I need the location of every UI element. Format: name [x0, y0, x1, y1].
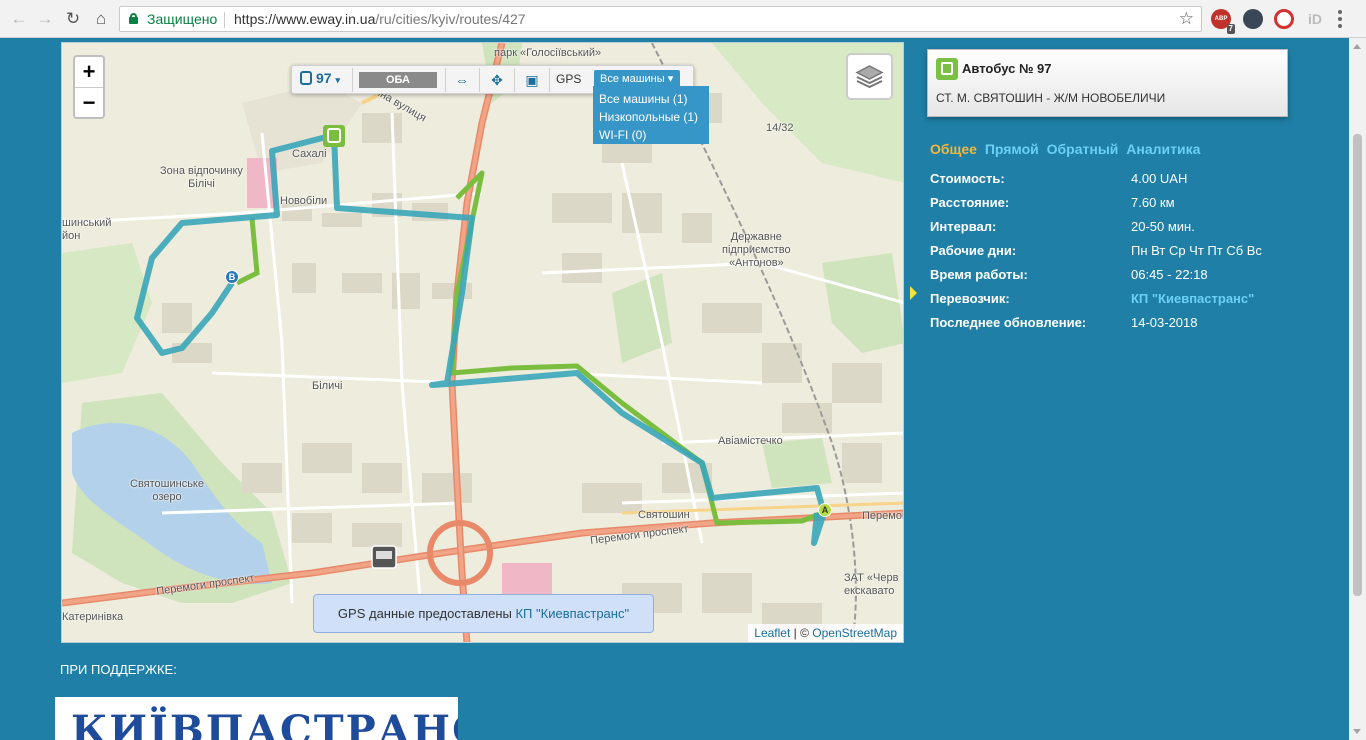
browser-menu-icon[interactable]	[1338, 10, 1342, 31]
gps-provider-link[interactable]: КП "Киевпастранс"	[515, 606, 629, 621]
page-scrollbar[interactable]	[1349, 38, 1366, 740]
map-label-novobili: Новобіли	[280, 195, 328, 207]
adblock-extension-icon[interactable]: ABP 7	[1211, 9, 1235, 34]
map-label-aviamistechko: Авіамістечко	[718, 435, 783, 447]
map-label-zat: ЗАТ «Черв екскавато	[844, 572, 899, 597]
support-label: ПРИ ПОДДЕРЖКЕ:	[60, 662, 177, 677]
back-icon[interactable]: ←	[8, 8, 30, 30]
gps-toggle[interactable]: GPS	[556, 72, 581, 86]
sponsor-logo[interactable]: КИЇВПАСТРАНС	[55, 697, 458, 740]
url-text[interactable]: https://www.eway.in.ua/ru/cities/kyiv/ro…	[234, 11, 526, 27]
dropdown-item[interactable]: Все машины (1)	[599, 90, 703, 108]
zoom-in-button[interactable]: +	[75, 57, 103, 87]
toolbar-divider	[549, 68, 550, 92]
lock-icon	[129, 13, 138, 24]
url-divider	[224, 12, 225, 28]
layers-icon	[855, 65, 884, 89]
map-label-district: шинський йон	[62, 217, 112, 242]
map-attribution: Leaflet | © OpenStreetMap	[748, 624, 903, 642]
map-label-peremoh: Перемог	[862, 510, 904, 522]
record-extension-icon[interactable]	[1274, 9, 1294, 29]
info-tabs: Общее Прямой Обратный Аналитика	[930, 141, 1204, 157]
toolbar-divider	[479, 68, 480, 92]
dropdown-item[interactable]: WI-FI (0)	[599, 126, 703, 144]
info-row-distance: Расстояние: 7.60 км	[930, 195, 1175, 210]
zoom-control: + −	[73, 55, 105, 119]
toolbar-divider	[514, 68, 515, 92]
map-label-antonov: Державне підприємство «Антонов»	[722, 231, 791, 269]
bus-stops-icon[interactable]: ▣	[522, 70, 542, 90]
vehicles-dropdown: Все машины (1) Низкопольные (1) WI-FI (0…	[593, 86, 709, 144]
tab-backward[interactable]: Обратный	[1047, 141, 1119, 157]
layers-button[interactable]	[846, 53, 893, 100]
scrollbar-thumb[interactable]	[1353, 134, 1362, 596]
browser-toolbar: ← → ↻ ⌂ Защищено https://www.eway.in.ua/…	[0, 0, 1366, 38]
tab-forward[interactable]: Прямой	[985, 141, 1039, 157]
tab-general[interactable]: Общее	[930, 141, 977, 157]
move-icon[interactable]: ✥	[487, 70, 507, 90]
route-selector[interactable]: 97 ▾	[300, 70, 340, 86]
info-row-cost: Стоимость: 4.00 UAH	[930, 171, 1188, 186]
direction-selector[interactable]: ОБА	[359, 72, 437, 88]
zoom-out-button[interactable]: −	[75, 87, 103, 117]
leaflet-link[interactable]: Leaflet	[754, 626, 790, 640]
bus-icon	[936, 58, 958, 80]
map-label-sviatoshyn: Святошин	[638, 509, 690, 521]
info-row-carrier: Перевозчик: КП "Киевпастранс"	[930, 291, 1255, 306]
gps-provider-note: GPS данные предоставлены КП "Киевпастран…	[313, 594, 654, 633]
route-title: Автобус № 97	[962, 61, 1052, 76]
stop-marker-a[interactable]: A	[818, 503, 832, 517]
dropdown-item[interactable]: Низкопольные (1)	[599, 108, 703, 126]
bus-icon	[300, 71, 312, 85]
route-subtitle: СТ. М. СВЯТОШИН - Ж/М НОВОБЕЛИЧИ	[936, 91, 1166, 105]
scroll-down-icon[interactable]	[1353, 729, 1361, 734]
map-label-katerynivka: Катеринівка	[62, 611, 124, 623]
map-label-sakhal: Сахалі	[292, 148, 327, 160]
secure-label: Защищено	[147, 11, 218, 27]
forward-icon[interactable]: →	[34, 8, 56, 30]
reload-icon[interactable]: ↻	[62, 8, 84, 30]
address-bar[interactable]: Защищено https://www.eway.in.ua/ru/citie…	[119, 6, 1202, 32]
info-row-updated: Последнее обновление: 14-03-2018	[930, 315, 1198, 330]
bookmark-star-icon[interactable]: ☆	[1179, 9, 1194, 29]
info-row-hours: Время работы: 06:45 - 22:18	[930, 267, 1208, 282]
map-label-lake: Святошинське озеро	[130, 478, 204, 503]
map-label-park: парк «Голосіївський»	[494, 47, 602, 59]
map-label-zone: Зона відпочинку Білічі	[160, 165, 243, 190]
extension-icon[interactable]	[1243, 9, 1263, 29]
osm-link[interactable]: OpenStreetMap	[812, 626, 897, 640]
route-map[interactable]: парк «Голосіївський» чна вулиця Зона від…	[61, 42, 904, 643]
toolbar-divider	[352, 68, 353, 92]
route-card: Автобус № 97 СТ. М. СВЯТОШИН - Ж/М НОВОБ…	[927, 49, 1288, 117]
toolbar-divider	[445, 68, 446, 92]
id-extension-icon[interactable]: iD	[1305, 9, 1325, 29]
info-row-workdays: Рабочие дни: Пн Вт Ср Чт Пт Сб Вс	[930, 243, 1262, 258]
home-icon[interactable]: ⌂	[90, 8, 112, 30]
fit-route-icon[interactable]: ⇔	[452, 70, 472, 90]
panel-toggle-arrow-icon[interactable]	[910, 286, 917, 300]
info-row-interval: Интервал: 20-50 мин.	[930, 219, 1195, 234]
map-label-number: 14/32	[766, 122, 794, 134]
route-info-list: Стоимость: 4.00 UAH Расстояние: 7.60 км Ин…	[930, 171, 1290, 339]
carrier-link[interactable]: КП "Киевпастранс"	[1131, 291, 1254, 306]
stop-marker-b[interactable]: B	[225, 270, 239, 284]
scroll-up-icon[interactable]	[1353, 44, 1361, 49]
map-label-bilichi: Біличі	[312, 380, 343, 392]
tab-analytics[interactable]: Аналитика	[1126, 141, 1200, 157]
